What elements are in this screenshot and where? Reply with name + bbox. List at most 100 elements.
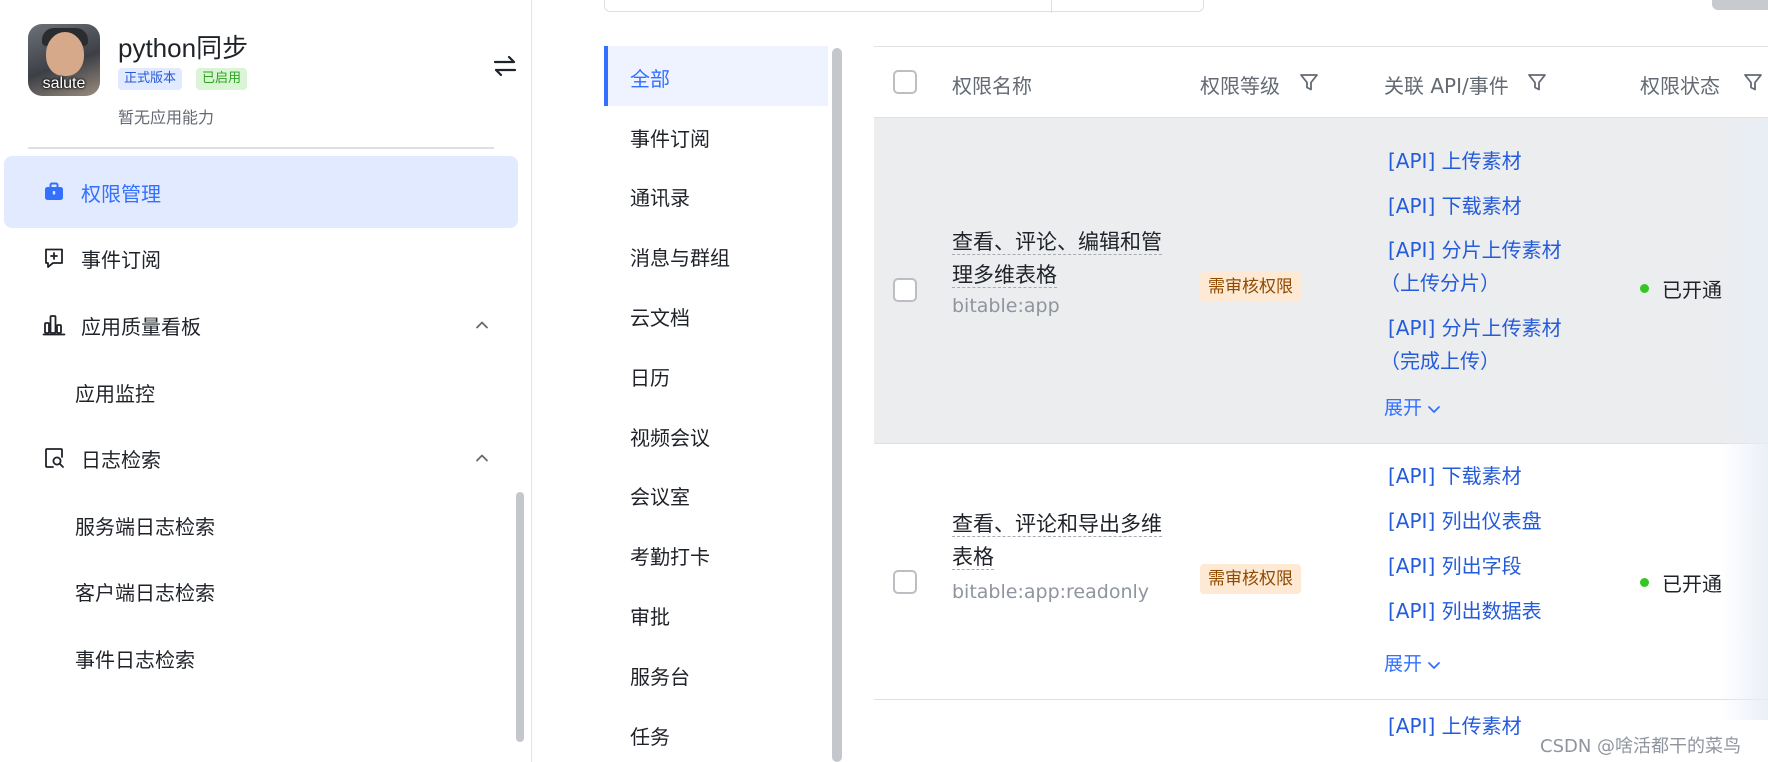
api-link[interactable]: [API] 分片上传素材 xyxy=(1388,234,1562,267)
enabled-badge: 已启用 xyxy=(196,68,248,90)
column-header-level: 权限等级 xyxy=(1200,74,1280,98)
category-label: 服务台 xyxy=(630,665,690,689)
category-item-all[interactable]: 全部 xyxy=(604,46,828,106)
category-item-helpdesk[interactable]: 服务台 xyxy=(604,644,828,704)
category-label: 事件订阅 xyxy=(630,127,710,151)
permission-name[interactable]: 查看、评论、编辑和管 理多维表格 xyxy=(952,226,1162,292)
sidebar-item-quality-dashboard[interactable]: 应用质量看板 xyxy=(4,289,518,361)
expand-label: 展开 xyxy=(1384,653,1423,675)
switch-app-icon[interactable] xyxy=(492,54,518,78)
category-item-cloud-docs[interactable]: 云文档 xyxy=(604,285,828,345)
permission-scope: bitable:app xyxy=(952,295,1060,317)
category-label: 考勤打卡 xyxy=(630,545,710,569)
sidebar-scrollbar[interactable] xyxy=(516,492,524,742)
category-scrollbar[interactable] xyxy=(832,48,842,762)
category-item-video-meeting[interactable]: 视频会议 xyxy=(604,405,828,465)
api-link[interactable]: [API] 下载素材 xyxy=(1388,190,1522,223)
sidebar-item-log-search[interactable]: 日志检索 xyxy=(4,422,518,494)
app-name: python同步 xyxy=(118,33,249,63)
api-link[interactable]: [API] 分片上传素材 xyxy=(1388,312,1562,345)
expand-label: 展开 xyxy=(1384,397,1423,419)
category-item-tasks[interactable]: 任务 xyxy=(604,704,828,762)
row-checkbox[interactable] xyxy=(893,570,917,594)
sidebar-item-client-log-search[interactable]: 客户端日志检索 xyxy=(4,555,518,627)
expand-button[interactable]: 展开 xyxy=(1384,649,1442,676)
category-item-attendance[interactable]: 考勤打卡 xyxy=(604,524,828,584)
filter-icon[interactable] xyxy=(1298,71,1320,93)
sidebar-item-event-subscription[interactable]: 事件订阅 xyxy=(4,222,518,294)
category-label: 云文档 xyxy=(630,306,690,330)
permission-name-line: 查看、评论、编辑和管 xyxy=(952,230,1162,255)
api-link-subtitle[interactable]: （完成上传） xyxy=(1380,345,1500,378)
chevron-up-icon[interactable] xyxy=(474,450,490,466)
filter-icon[interactable] xyxy=(1742,71,1764,93)
sidebar-item-label: 日志检索 xyxy=(81,448,161,472)
expand-button[interactable]: 展开 xyxy=(1384,393,1442,420)
api-link[interactable]: [API] 列出数据表 xyxy=(1388,595,1542,628)
sidebar-item-label: 事件订阅 xyxy=(81,248,161,272)
table-row: 查看、评论和导出多维 表格 bitable:app:readonly 需审核权限… xyxy=(874,444,1768,700)
category-label: 审批 xyxy=(630,605,670,629)
sidebar-item-event-log-search[interactable]: 事件日志检索 xyxy=(4,622,518,694)
category-item-calendar[interactable]: 日历 xyxy=(604,345,828,405)
search-divider xyxy=(1051,0,1052,13)
app-avatar[interactable]: salute xyxy=(28,24,100,96)
api-link[interactable]: [API] 上传素材 xyxy=(1388,145,1522,178)
permission-name-line: 表格 xyxy=(952,545,994,570)
level-badge: 需审核权限 xyxy=(1200,564,1301,594)
app-header: salute python同步 正式版本 已启用 暂无应用能力 xyxy=(28,24,517,134)
permission-name-line: 理多维表格 xyxy=(952,263,1057,288)
sidebar: salute python同步 正式版本 已启用 暂无应用能力 权限管理 事件订… xyxy=(0,0,532,762)
sidebar-item-label: 客户端日志检索 xyxy=(75,581,215,605)
permission-name-line: 查看、评论和导出多维 xyxy=(952,512,1162,537)
status-dot xyxy=(1640,284,1649,293)
api-link[interactable]: [API] 列出字段 xyxy=(1388,550,1522,583)
chevron-up-icon[interactable] xyxy=(474,317,490,333)
sidebar-item-label: 事件日志检索 xyxy=(75,648,195,672)
sidebar-item-label: 应用监控 xyxy=(75,382,155,406)
sidebar-item-label: 权限管理 xyxy=(81,182,161,206)
category-item-contacts[interactable]: 通讯录 xyxy=(604,165,828,225)
chevron-down-icon xyxy=(1428,405,1440,413)
event-add-icon xyxy=(45,248,63,268)
api-link[interactable]: [API] 上传素材 xyxy=(1388,710,1522,743)
log-search-icon xyxy=(45,448,64,468)
chevron-down-icon xyxy=(1428,661,1440,669)
filter-icon[interactable] xyxy=(1526,71,1548,93)
column-header-status: 权限状态 xyxy=(1640,74,1720,98)
api-link[interactable]: [API] 下载素材 xyxy=(1388,460,1522,493)
briefcase-icon xyxy=(45,182,63,200)
row-checkbox[interactable] xyxy=(893,278,917,302)
sidebar-item-server-log-search[interactable]: 服务端日志检索 xyxy=(4,489,518,561)
avatar-text: salute xyxy=(42,75,86,92)
sidebar-item-app-monitor[interactable]: 应用监控 xyxy=(4,356,518,428)
column-header-name: 权限名称 xyxy=(952,74,1032,98)
column-header-api: 关联 API/事件 xyxy=(1384,74,1509,98)
status-dot xyxy=(1640,578,1649,587)
sidebar-item-label: 应用质量看板 xyxy=(81,315,201,339)
category-label: 会议室 xyxy=(630,485,690,509)
category-item-messages-groups[interactable]: 消息与群组 xyxy=(604,225,828,285)
category-item-approval[interactable]: 审批 xyxy=(604,584,828,644)
sidebar-item-permissions[interactable]: 权限管理 xyxy=(4,156,518,228)
watermark-text: CSDN @啥活都干的菜鸟 xyxy=(1540,736,1742,757)
category-label: 任务 xyxy=(630,725,670,749)
category-item-event-subscription[interactable]: 事件订阅 xyxy=(604,106,828,166)
status-text: 已开通 xyxy=(1662,572,1722,596)
sidebar-item-label: 服务端日志检索 xyxy=(75,515,215,539)
status-text: 已开通 xyxy=(1662,278,1722,302)
permission-table: 权限名称 权限等级 关联 API/事件 权限状态 查看、评论、编辑和管 理多维表… xyxy=(874,46,1768,762)
permission-search-input[interactable] xyxy=(604,0,1204,13)
avatar-face xyxy=(46,32,84,76)
permission-scope: bitable:app:readonly xyxy=(952,581,1150,603)
api-link-subtitle[interactable]: （上传分片） xyxy=(1380,267,1500,300)
bar-chart-icon xyxy=(42,315,66,336)
category-item-meeting-room[interactable]: 会议室 xyxy=(604,464,828,524)
toolbar-button[interactable] xyxy=(1712,0,1768,10)
level-badge: 需审核权限 xyxy=(1200,272,1301,302)
api-link[interactable]: [API] 列出仪表盘 xyxy=(1388,505,1542,538)
select-all-checkbox[interactable] xyxy=(893,70,917,94)
category-label: 日历 xyxy=(630,366,670,390)
permission-name[interactable]: 查看、评论和导出多维 表格 xyxy=(952,508,1162,574)
table-row: 查看、评论、编辑和管 理多维表格 bitable:app 需审核权限 [API]… xyxy=(874,118,1768,444)
